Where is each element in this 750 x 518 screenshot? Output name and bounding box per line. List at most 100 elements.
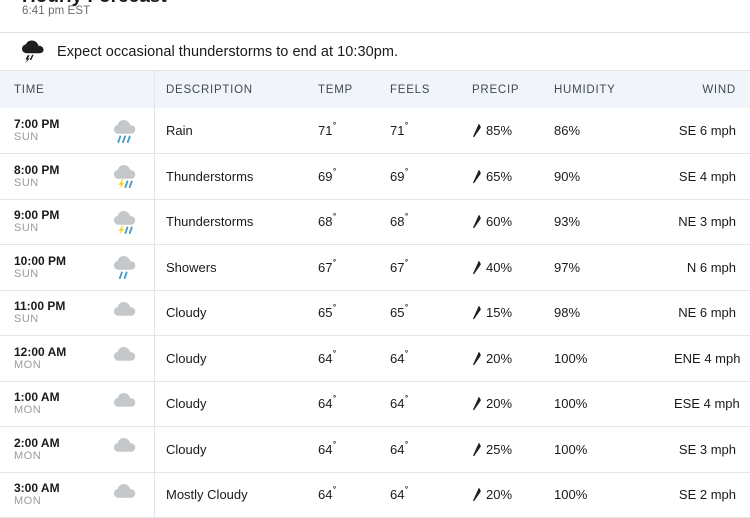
forecast-row[interactable]: 9:00 PMSUNThunderstorms686860%93%NE 3 mp… — [0, 199, 750, 245]
forecast-row[interactable]: 1:00 AMMONCloudy646420%100%ESE 4 mph — [0, 381, 750, 427]
precip-drop-icon — [473, 396, 481, 411]
cell-humidity: 98% — [554, 305, 581, 321]
cell-wind: NE 6 mph — [678, 305, 736, 321]
precip-drop-icon — [473, 487, 481, 502]
cell-feels: 67 — [390, 245, 472, 291]
cell-feels: 69 — [390, 154, 472, 200]
precip-value: 20% — [486, 487, 513, 503]
feels-value: 64 — [390, 396, 408, 411]
feels-value: 68 — [390, 214, 408, 229]
precip-drop-icon — [473, 260, 481, 274]
cell-wind: SE 2 mph — [678, 487, 736, 503]
forecast-row[interactable]: 7:00 PMSUNRain717185%86%SE 6 mph — [0, 108, 750, 154]
cell-feels: 71 — [390, 108, 472, 154]
row-day: MON — [14, 358, 42, 371]
temp-value: 68 — [318, 214, 336, 229]
precip-value: 25% — [486, 441, 513, 457]
cell-wind: SE 6 mph — [678, 123, 736, 138]
cell-wind: SE 4 mph — [678, 168, 736, 184]
thunderstorm-icon — [113, 210, 136, 235]
mostly-cloudy-icon — [113, 483, 136, 498]
cell-time: 2:00 AM MON — [0, 427, 155, 473]
thunderstorm-cloud-icon — [22, 40, 44, 64]
cell-temp: 71 — [318, 108, 390, 154]
cell-time: 1:00 AM MON — [0, 381, 155, 427]
row-day: SUN — [14, 176, 39, 189]
hourly-forecast-table: TIME DESCRIPTION TEMP FEELS PRECIP HUMID… — [0, 71, 750, 518]
cell-description: Cloudy — [154, 290, 318, 336]
precip-drop-icon — [473, 169, 481, 183]
cloudy-icon — [113, 438, 136, 453]
column-header-description[interactable]: DESCRIPTION — [154, 71, 318, 108]
forecast-row[interactable]: 8:00 PMSUNThunderstorms696965%90%SE 4 mp… — [0, 153, 750, 200]
cell-wind: ESE 4 mph — [674, 396, 740, 412]
cell-description: Cloudy — [154, 426, 318, 472]
row-hour: 8:00 PM — [14, 162, 60, 177]
cell-precip: 20% — [472, 381, 554, 427]
row-day: MON — [14, 449, 42, 462]
cell-humidity: 100% — [554, 487, 588, 503]
row-day: SUN — [14, 313, 39, 326]
thunderstorm-icon — [113, 165, 136, 190]
forecast-row[interactable]: 12:00 AMMONCloudy646420%100%ENE 4 mph — [0, 335, 750, 382]
cell-description: Rain — [154, 108, 318, 154]
cloudy-icon — [113, 347, 136, 362]
row-hour: 12:00 AM — [14, 344, 67, 359]
cell-temp: 65 — [318, 290, 390, 336]
feels-value: 64 — [390, 351, 408, 366]
column-header-wind[interactable]: WIND — [674, 71, 750, 108]
forecast-row[interactable]: 3:00 AMMONMostly Cloudy646420%100%SE 2 m… — [0, 472, 750, 518]
precip-drop-icon — [473, 305, 481, 320]
cell-time: 7:00 PM SUN — [0, 108, 155, 154]
row-hour: 7:00 PM — [14, 116, 60, 131]
cell-precip: 20% — [472, 336, 554, 382]
row-day: SUN — [14, 267, 39, 280]
forecast-row[interactable]: 11:00 PMSUNCloudy656515%98%NE 6 mph — [0, 290, 750, 336]
temp-value: 69 — [318, 169, 336, 184]
cloudy-icon — [113, 392, 136, 407]
row-day: SUN — [14, 222, 39, 235]
cell-time: 9:00 PM SUN — [0, 199, 155, 245]
cell-wind: SE 3 mph — [678, 441, 736, 457]
cell-description: Cloudy — [154, 335, 318, 381]
cell-temp: 64 — [318, 381, 390, 427]
cell-feels: 64 — [390, 336, 472, 382]
row-hour: 10:00 PM — [14, 253, 67, 268]
cell-temp: 64 — [318, 472, 390, 518]
precip-value: 60% — [486, 214, 513, 230]
precip-value: 20% — [486, 350, 513, 366]
cell-time: 8:00 PM SUN — [0, 154, 155, 200]
cell-time: 10:00 PM SUN — [0, 245, 155, 291]
temp-value: 65 — [318, 305, 336, 320]
cell-humidity: 97% — [554, 259, 581, 275]
cell-humidity: 100% — [554, 441, 588, 457]
column-header-precip[interactable]: PRECIP — [472, 71, 554, 108]
cell-humidity: 93% — [554, 214, 581, 230]
cell-description: Showers — [154, 244, 318, 290]
cell-wind: N 6 mph — [686, 259, 736, 275]
forecast-row[interactable]: 2:00 AMMONCloudy646425%100%SE 3 mph — [0, 426, 750, 473]
cell-wind: ENE 4 mph — [674, 350, 741, 366]
column-header-feels[interactable]: FEELS — [390, 71, 472, 108]
temp-value: 64 — [318, 396, 336, 411]
row-hour: 3:00 AM — [14, 481, 60, 496]
row-hour: 9:00 PM — [14, 208, 60, 223]
feels-value: 64 — [390, 487, 408, 502]
cell-time: 11:00 PM SUN — [0, 290, 155, 336]
precip-value: 85% — [486, 123, 513, 138]
precip-value: 15% — [486, 305, 513, 321]
cell-precip: 25% — [472, 427, 554, 473]
row-day: MON — [14, 404, 42, 417]
precip-drop-icon — [473, 351, 481, 365]
precip-value: 40% — [486, 259, 513, 275]
temp-value: 67 — [318, 260, 336, 275]
cell-description: Mostly Cloudy — [154, 472, 318, 518]
cell-humidity: 100% — [554, 350, 588, 366]
temp-value: 64 — [318, 442, 336, 457]
cloudy-icon — [113, 301, 136, 316]
column-header-time[interactable]: TIME — [0, 71, 155, 108]
column-header-humidity[interactable]: HUMIDITY — [554, 71, 674, 108]
column-header-temp[interactable]: TEMP — [318, 71, 390, 108]
precip-drop-icon — [473, 442, 481, 456]
forecast-row[interactable]: 10:00 PMSUNShowers676740%97%N 6 mph — [0, 244, 750, 291]
